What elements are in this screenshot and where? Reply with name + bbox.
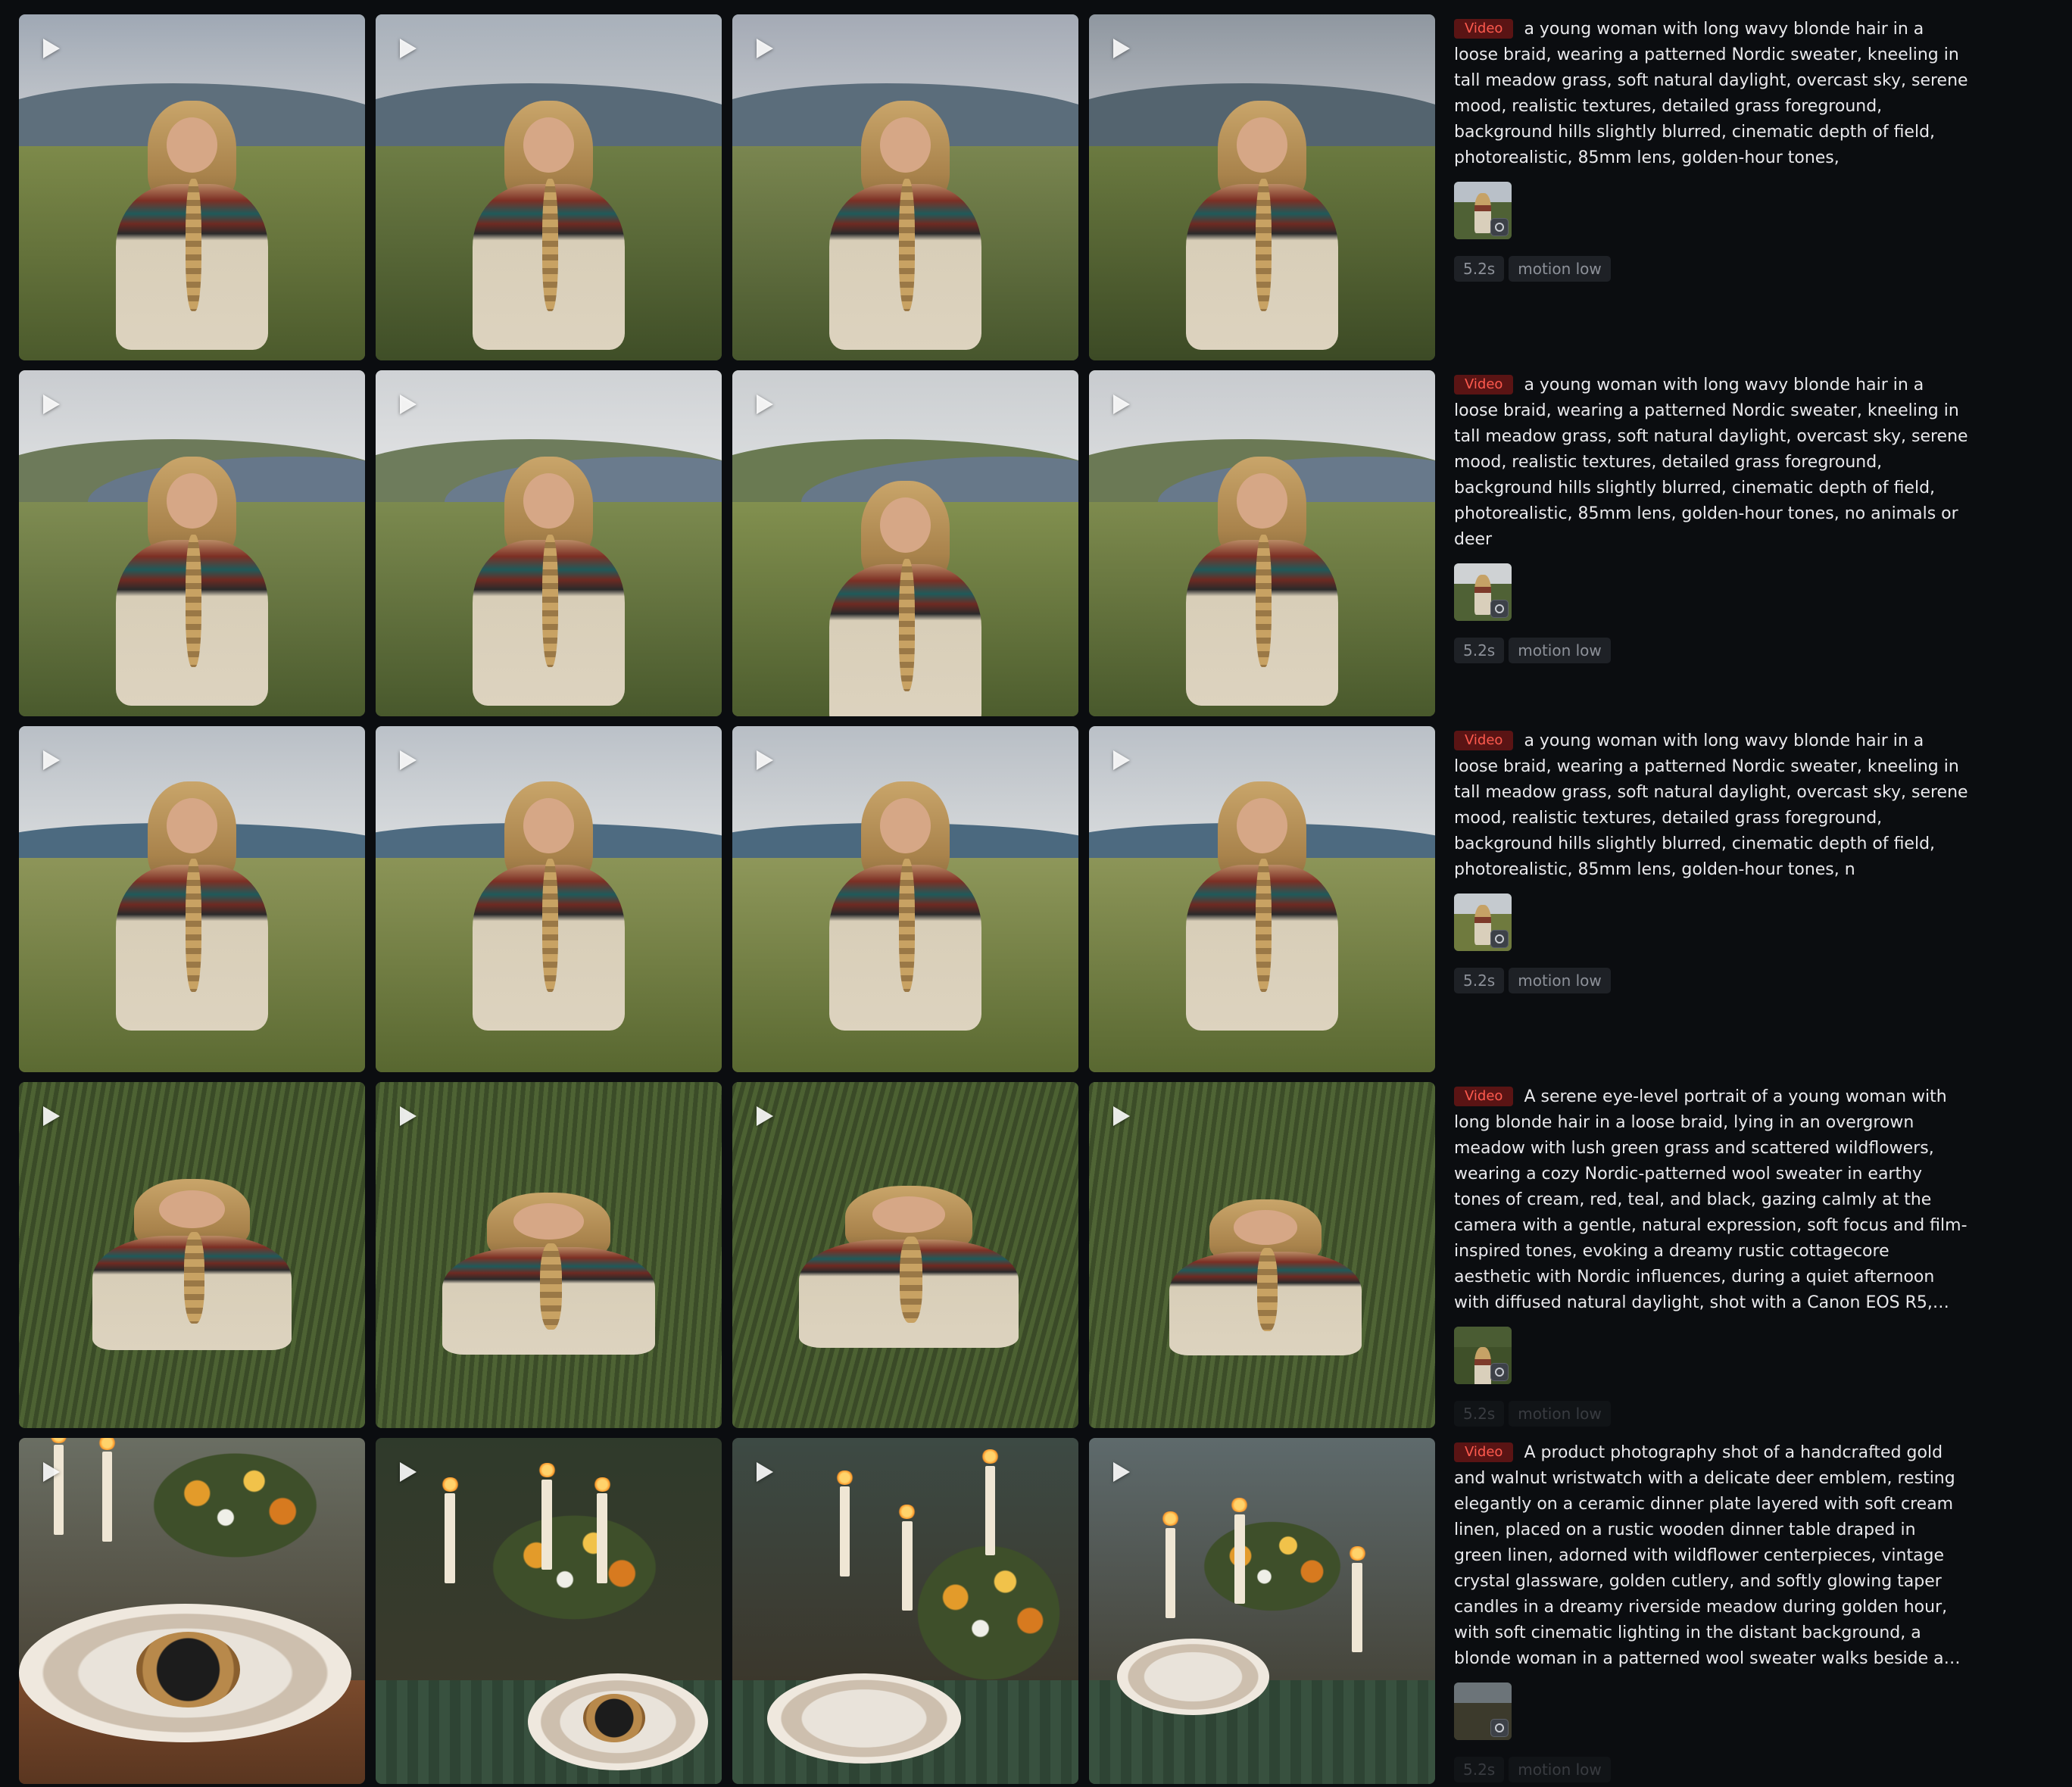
play-icon[interactable]: [43, 39, 60, 58]
video-thumbnail[interactable]: [376, 14, 722, 360]
generation-row: Video A product photography shot of a han…: [0, 1424, 2072, 1784]
video-thumbnail[interactable]: [376, 370, 722, 716]
reference-image[interactable]: [1454, 563, 1512, 621]
generation-info: Video a young woman with long wavy blonde…: [1454, 17, 1969, 282]
play-icon[interactable]: [757, 750, 773, 770]
video-thumbnail[interactable]: [732, 1438, 1078, 1784]
video-thumbnail[interactable]: [19, 1438, 365, 1784]
prompt-text[interactable]: Video a young woman with long wavy blonde…: [1454, 728, 1969, 883]
play-icon[interactable]: [43, 1462, 60, 1482]
duration-chip: 5.2s: [1454, 1757, 1505, 1782]
motion-chip: motion low: [1509, 968, 1611, 993]
video-thumbnail[interactable]: [732, 370, 1078, 716]
play-icon[interactable]: [43, 395, 60, 414]
video-badge: Video: [1454, 375, 1514, 395]
generation-info: Video A serene eye-level portrait of a yo…: [1454, 1084, 1969, 1427]
play-icon[interactable]: [1113, 1106, 1130, 1126]
video-thumbnail[interactable]: [1089, 1082, 1435, 1428]
motion-chip: motion low: [1509, 638, 1611, 663]
camera-icon: [1490, 218, 1509, 236]
video-thumbnails: [19, 1438, 1435, 1784]
motion-chip: motion low: [1509, 256, 1611, 282]
duration-chip: 5.2s: [1454, 968, 1505, 993]
video-badge: Video: [1454, 1087, 1514, 1106]
play-icon[interactable]: [1113, 750, 1130, 770]
video-thumbnail[interactable]: [1089, 370, 1435, 716]
play-icon[interactable]: [400, 1106, 417, 1126]
play-icon[interactable]: [400, 395, 417, 414]
video-thumbnail[interactable]: [19, 1082, 365, 1428]
play-icon[interactable]: [400, 39, 417, 58]
generation-info: Video A product photography shot of a han…: [1454, 1440, 1969, 1782]
video-thumbnail[interactable]: [376, 1438, 722, 1784]
play-icon[interactable]: [757, 1106, 773, 1126]
play-icon[interactable]: [757, 395, 773, 414]
play-icon[interactable]: [1113, 39, 1130, 58]
video-thumbnail[interactable]: [19, 726, 365, 1072]
generation-info: Video a young woman with long wavy blonde…: [1454, 373, 1969, 663]
generation-row: Video a young woman with long wavy blonde…: [0, 712, 2072, 1072]
generation-feed: Video a young woman with long wavy blonde…: [0, 0, 2072, 1787]
video-thumbnail[interactable]: [1089, 1438, 1435, 1784]
video-thumbnail[interactable]: [19, 370, 365, 716]
duration-chip: 5.2s: [1454, 638, 1505, 663]
generation-row: Video A serene eye-level portrait of a yo…: [0, 1068, 2072, 1428]
reference-image[interactable]: [1454, 894, 1512, 951]
video-thumbnails: [19, 726, 1435, 1072]
play-icon[interactable]: [43, 750, 60, 770]
video-thumbnail[interactable]: [1089, 726, 1435, 1072]
video-thumbnails: [19, 370, 1435, 716]
video-badge: Video: [1454, 731, 1514, 750]
generation-row: Video a young woman with long wavy blonde…: [0, 356, 2072, 716]
video-badge: Video: [1454, 1442, 1514, 1462]
generation-row: Video a young woman with long wavy blonde…: [0, 0, 2072, 360]
play-icon[interactable]: [757, 1462, 773, 1482]
video-thumbnail[interactable]: [732, 1082, 1078, 1428]
duration-chip: 5.2s: [1454, 256, 1505, 282]
video-thumbnail[interactable]: [19, 14, 365, 360]
play-icon[interactable]: [1113, 395, 1130, 414]
video-thumbnail[interactable]: [1089, 14, 1435, 360]
reference-image[interactable]: [1454, 1327, 1512, 1384]
play-icon[interactable]: [400, 750, 417, 770]
generation-info: Video a young woman with long wavy blonde…: [1454, 728, 1969, 993]
video-badge: Video: [1454, 19, 1514, 39]
duration-chip: 5.2s: [1454, 1401, 1505, 1427]
camera-icon: [1490, 930, 1509, 948]
video-thumbnail[interactable]: [732, 726, 1078, 1072]
prompt-text[interactable]: Video A serene eye-level portrait of a yo…: [1454, 1084, 1969, 1316]
play-icon[interactable]: [757, 39, 773, 58]
video-thumbnail[interactable]: [376, 726, 722, 1072]
play-icon[interactable]: [400, 1462, 417, 1482]
motion-chip: motion low: [1509, 1757, 1611, 1782]
camera-icon: [1490, 1363, 1509, 1381]
camera-icon: [1490, 1719, 1509, 1737]
camera-icon: [1490, 600, 1509, 618]
video-thumbnail[interactable]: [376, 1082, 722, 1428]
reference-image[interactable]: [1454, 182, 1512, 239]
prompt-text[interactable]: Video a young woman with long wavy blonde…: [1454, 373, 1969, 553]
prompt-text[interactable]: Video A product photography shot of a han…: [1454, 1440, 1969, 1672]
video-thumbnail[interactable]: [732, 14, 1078, 360]
play-icon[interactable]: [1113, 1462, 1130, 1482]
reference-image[interactable]: [1454, 1683, 1512, 1740]
video-thumbnails: [19, 1082, 1435, 1428]
prompt-text[interactable]: Video a young woman with long wavy blonde…: [1454, 17, 1969, 171]
play-icon[interactable]: [43, 1106, 60, 1126]
motion-chip: motion low: [1509, 1401, 1611, 1427]
video-thumbnails: [19, 14, 1435, 360]
